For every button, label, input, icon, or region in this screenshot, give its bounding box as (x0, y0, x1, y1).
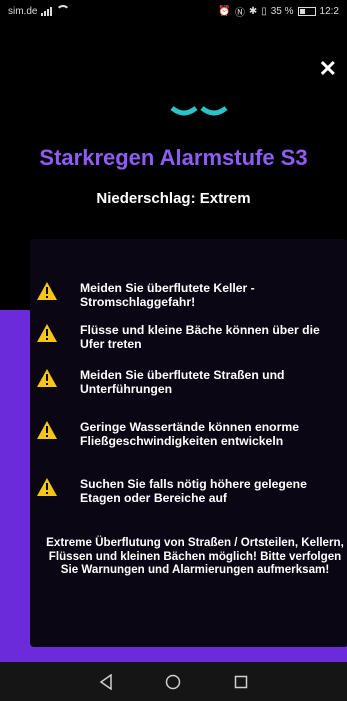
warning-icon (37, 369, 57, 387)
status-bar: sim.de ⏰ Ⓝ ✱ ▯ 35 % 12:2 (0, 0, 347, 22)
alarm-icon: ⏰ (218, 5, 231, 17)
warning-text: Flüsse und kleine Bäche können über die … (80, 323, 320, 351)
carrier-label: sim.de (8, 5, 38, 17)
warning-text: Meiden Sie überflutete Straßen und Unter… (80, 368, 285, 396)
home-icon (166, 674, 181, 689)
warning-icon (37, 324, 57, 342)
warning-icon (37, 282, 57, 300)
alert-footer: Extreme Überflutung von Straßen / Ortste… (46, 536, 344, 576)
home-button[interactable] (164, 673, 182, 691)
status-right: ⏰ Ⓝ ✱ ▯ 35 % 12:2 (218, 4, 339, 19)
nfc-icon: Ⓝ (234, 7, 245, 19)
warning-item: Flüsse und kleine Bäche können über die … (36, 323, 336, 351)
navigation-bar (0, 662, 347, 701)
warning-icon (37, 478, 57, 496)
warning-item: Suchen Sie falls nötig höhere gelegene E… (36, 477, 336, 505)
recents-button[interactable] (232, 673, 250, 691)
clock: 12:2 (319, 5, 339, 17)
status-left: sim.de (8, 5, 71, 17)
hero-icon (170, 105, 228, 116)
warning-item: Meiden Sie überflutete Keller - Stromsch… (36, 281, 336, 309)
wifi-icon (56, 5, 71, 17)
battery-icon (297, 6, 316, 16)
back-icon (99, 673, 112, 690)
signal-icon (41, 6, 53, 16)
back-button[interactable] (97, 673, 115, 691)
vibrate-icon: ▯ (261, 5, 267, 17)
battery-percent: 35 % (270, 5, 294, 17)
warning-text: Suchen Sie falls nötig höhere gelegene E… (80, 477, 307, 505)
warning-text: Meiden Sie überflutete Keller - Stromsch… (80, 281, 255, 309)
warning-icon (37, 421, 57, 439)
warning-item: Meiden Sie überflutete Straßen und Unter… (36, 368, 336, 396)
alert-subtitle: Niederschlag: Extrem (96, 190, 251, 207)
close-icon[interactable]: ✕ (319, 58, 337, 80)
warning-item: Geringe Wassertände können enorme Fließg… (36, 420, 336, 448)
warning-text: Geringe Wassertände können enorme Fließg… (80, 420, 299, 448)
alert-title: Starkregen Alarmstufe S3 (39, 145, 308, 170)
phone-screen: sim.de ⏰ Ⓝ ✱ ▯ 35 % 12:2 ✕ Starkregen Al… (0, 0, 347, 701)
bluetooth-icon: ✱ (248, 5, 258, 17)
recents-icon (234, 675, 248, 688)
